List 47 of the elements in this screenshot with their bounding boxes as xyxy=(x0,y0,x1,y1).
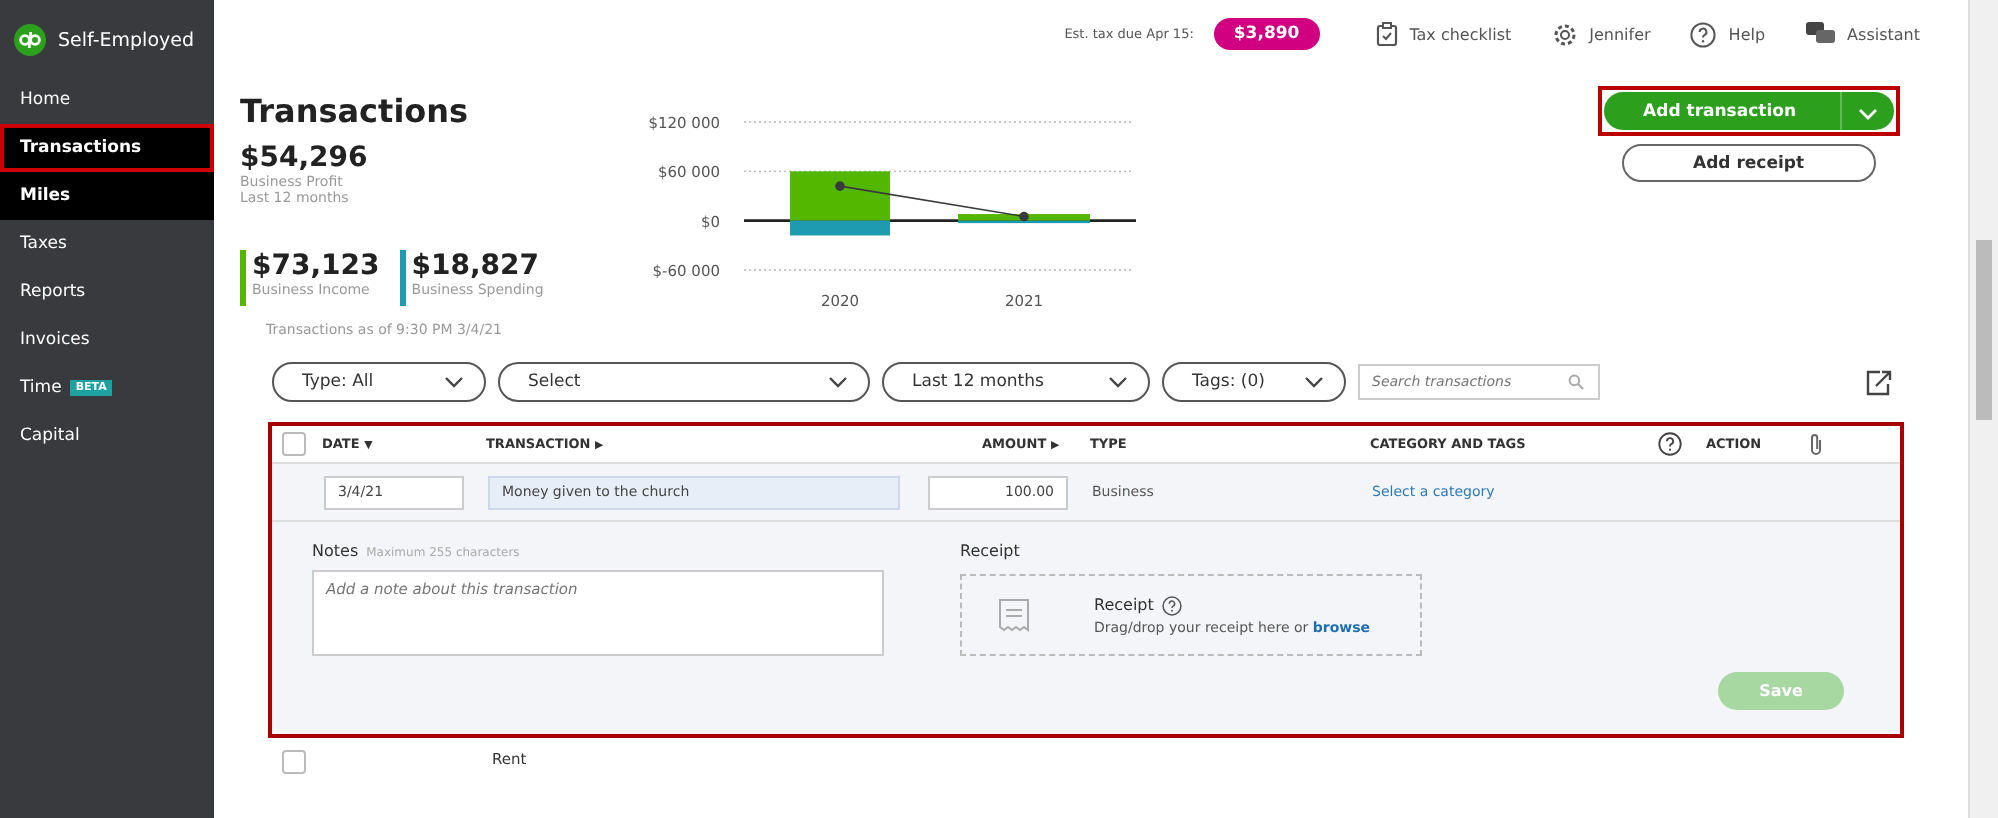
filter-dropdown[interactable]: Last 12 months xyxy=(882,362,1150,402)
receipt-title: Receipt xyxy=(1094,596,1154,614)
checkbox[interactable] xyxy=(282,432,306,456)
tax-amount[interactable]: $3,890 xyxy=(1213,18,1320,50)
chat-icon xyxy=(1805,22,1836,46)
top-link[interactable]: Assistant xyxy=(1805,22,1920,46)
sidebar-item[interactable]: Transactions xyxy=(0,124,214,172)
top-link[interactable]: Tax checklist xyxy=(1375,22,1512,46)
search-icon xyxy=(1568,374,1584,390)
sidebar-item[interactable]: Home xyxy=(0,76,214,124)
top-link[interactable]: Help xyxy=(1690,21,1766,47)
chevron-down-icon xyxy=(828,376,848,388)
app-name: Self-Employed xyxy=(58,29,195,51)
chevron-down-icon xyxy=(444,376,464,388)
profit-amount: $54,296 xyxy=(240,142,370,174)
filter-dropdown[interactable]: Tags: (0) xyxy=(1162,362,1346,402)
sidebar-item[interactable]: Reports xyxy=(0,268,214,316)
add-receipt-button[interactable]: Add receipt xyxy=(1621,144,1876,182)
receipt-label: Receipt xyxy=(960,542,1022,560)
notes-label: Notes xyxy=(312,542,359,560)
stat-amount: $73,123 xyxy=(252,250,380,282)
sidebar-item[interactable]: Taxes xyxy=(0,220,214,268)
help-icon[interactable] xyxy=(1658,432,1682,456)
filter-dropdown[interactable]: Type: All xyxy=(272,362,486,402)
dropdown-button[interactable] xyxy=(1842,92,1894,130)
profit-point xyxy=(834,181,845,191)
chevron-down-icon xyxy=(1108,376,1128,388)
chevron-down-icon xyxy=(1858,108,1878,120)
sidebar-item[interactable]: Invoices xyxy=(0,316,214,364)
paperclip-icon xyxy=(1808,432,1824,456)
receipt-icon xyxy=(998,597,1030,633)
stat-amount: $18,827 xyxy=(411,250,542,282)
clipboard-icon xyxy=(1375,22,1398,46)
sidebar-item[interactable]: Miles xyxy=(0,172,214,220)
scrollbar-thumb[interactable] xyxy=(1976,240,1992,420)
checkbox[interactable] xyxy=(282,750,306,774)
help-icon xyxy=(1690,21,1717,47)
export-icon[interactable] xyxy=(1864,369,1892,395)
logo-icon xyxy=(14,24,46,56)
chevron-down-icon xyxy=(1304,376,1324,388)
profit-point xyxy=(1018,211,1029,222)
top-link[interactable]: Jennifer xyxy=(1551,21,1651,47)
filter-dropdown[interactable]: Select xyxy=(498,362,870,402)
sidebar-item[interactable]: Capital xyxy=(0,412,214,460)
settings-icon xyxy=(1551,21,1578,47)
page-title: Transactions xyxy=(240,92,469,130)
help-icon[interactable] xyxy=(1161,595,1182,615)
